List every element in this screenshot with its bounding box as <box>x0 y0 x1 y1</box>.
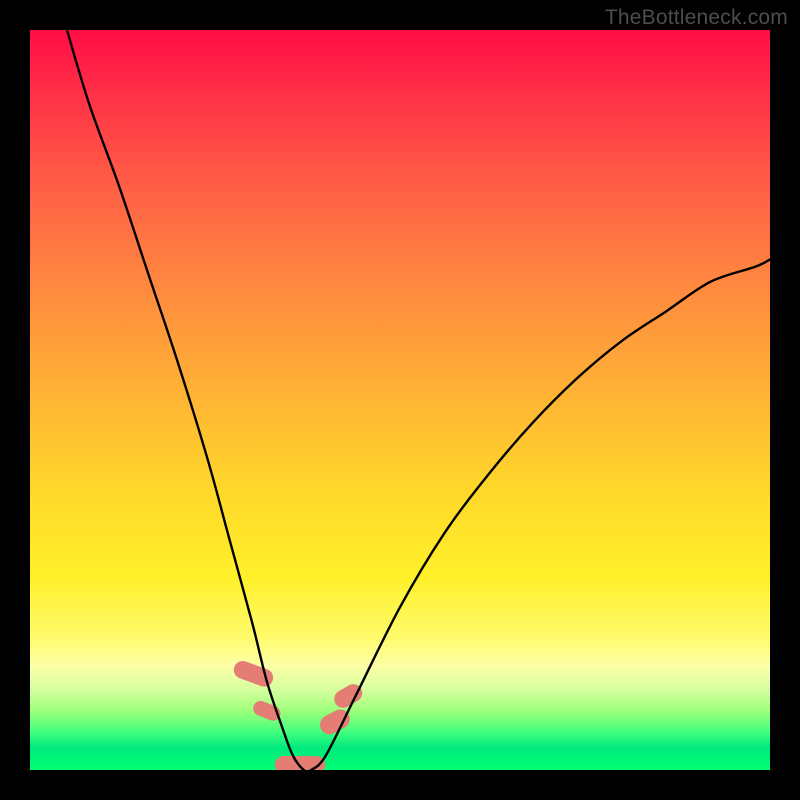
watermark-text: TheBottleneck.com <box>605 6 788 30</box>
bottleneck-curve <box>67 30 770 770</box>
chart-svg <box>30 30 770 770</box>
plot-area <box>30 30 770 770</box>
left-marker-b <box>251 699 283 723</box>
chart-frame: TheBottleneck.com <box>0 0 800 800</box>
